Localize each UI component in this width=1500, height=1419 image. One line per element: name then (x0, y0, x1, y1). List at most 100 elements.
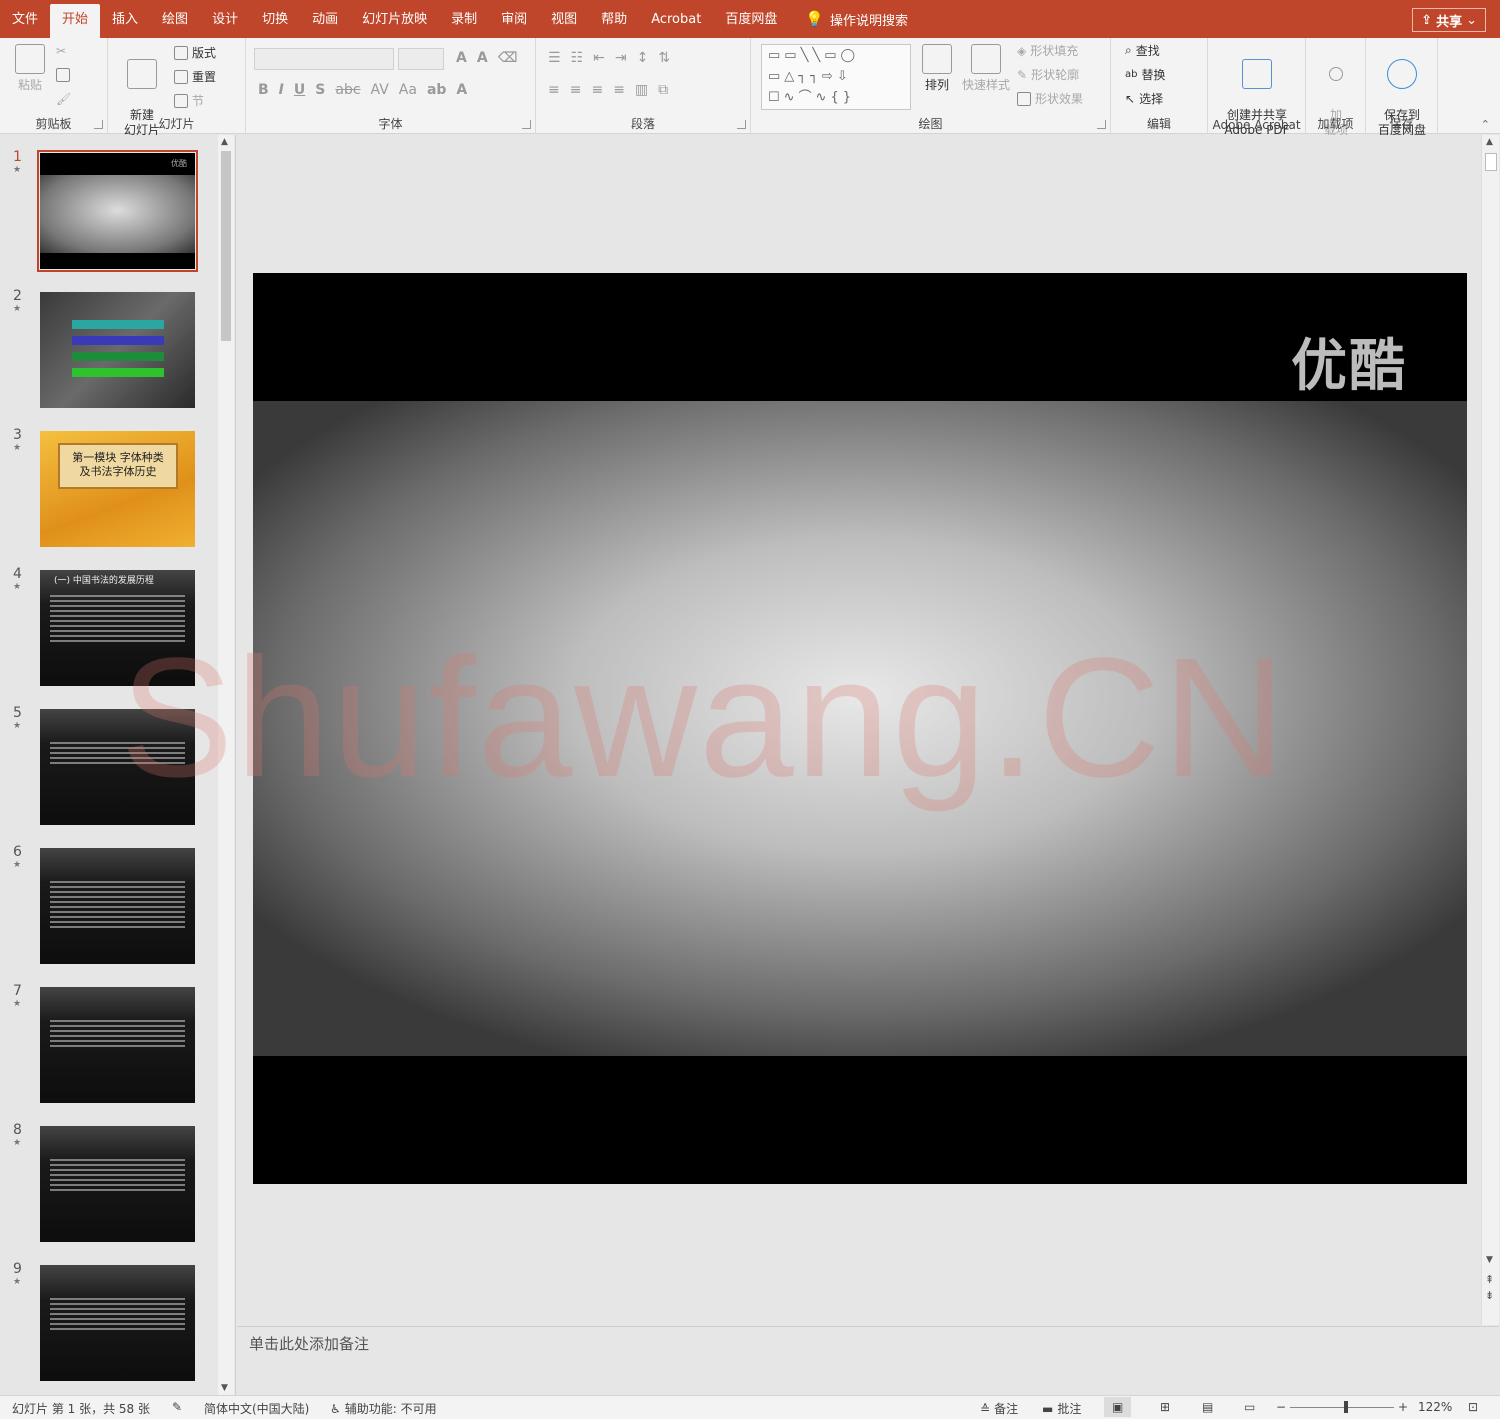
slide-sorter-button[interactable]: ⊞ (1160, 1400, 1170, 1414)
tab-slideshow[interactable]: 幻灯片放映 (350, 0, 439, 38)
italic-icon[interactable]: I (279, 82, 284, 98)
slide-thumbnail-9[interactable]: 9 ★ (0, 1261, 216, 1391)
reset-button[interactable]: 重置 (174, 68, 216, 85)
tab-baidu[interactable]: 百度网盘 (713, 0, 789, 38)
slide-scrollbar[interactable]: ▲ ▼ ⇞ ⇟ (1481, 135, 1499, 1325)
collapse-ribbon-icon[interactable]: ⌃ (1481, 118, 1490, 131)
select-button[interactable]: ↖ 选择 (1125, 90, 1163, 107)
section-button[interactable]: 节 (174, 92, 204, 109)
scrollbar-thumb[interactable] (221, 151, 231, 341)
char-spacing-icon[interactable]: AV (371, 82, 389, 98)
tab-record[interactable]: 录制 (439, 0, 489, 38)
shadow-icon[interactable]: S (315, 82, 325, 98)
shrink-font-icon[interactable]: A (477, 50, 488, 66)
zoom-out-button[interactable]: − (1276, 1400, 1286, 1414)
tab-view[interactable]: 视图 (539, 0, 589, 38)
shape-effects-button[interactable]: 形状效果 (1017, 90, 1083, 107)
columns-icon[interactable]: ▥ (635, 82, 648, 98)
bullets-icon[interactable]: ☰ (548, 50, 561, 66)
tab-animations[interactable]: 动画 (300, 0, 350, 38)
previous-slide-icon[interactable]: ⇞ (1485, 1273, 1494, 1286)
find-button[interactable]: ⌕ 查找 (1125, 42, 1160, 59)
language-status[interactable]: 简体中文(中国大陆) (204, 1400, 309, 1417)
zoom-in-button[interactable]: + (1398, 1400, 1408, 1414)
animation-star-icon: ★ (13, 165, 22, 175)
comments-button[interactable]: ▬ 批注 (1042, 1400, 1081, 1417)
comment-icon: ▬ (1042, 1401, 1054, 1416)
decrease-indent-icon[interactable]: ⇤ (593, 50, 605, 66)
font-size-input[interactable] (398, 48, 444, 70)
zoom-slider[interactable] (1290, 1401, 1394, 1413)
scroll-down-icon[interactable]: ▼ (1486, 1255, 1493, 1265)
change-case-icon[interactable]: Aa (399, 82, 417, 98)
format-painter-button[interactable]: 🖌 (56, 92, 71, 106)
slide-thumbnail-7[interactable]: 7 ★ (0, 983, 216, 1113)
slide-thumbnail-1[interactable]: 1 ★ 优酷 (0, 149, 216, 279)
smartart-icon[interactable]: ⧉ (658, 82, 668, 98)
dialog-launcher-icon[interactable] (1097, 120, 1106, 129)
line-spacing-icon[interactable]: ↕ (637, 50, 649, 66)
font-name-input[interactable] (254, 48, 394, 70)
tab-review[interactable]: 审阅 (489, 0, 539, 38)
clear-format-icon[interactable]: ⌫ (498, 50, 518, 66)
tab-insert[interactable]: 插入 (100, 0, 150, 38)
notes-pane[interactable]: 单击此处添加备注 (237, 1326, 1499, 1394)
accessibility-status[interactable]: ♿ 辅助功能: 不可用 (330, 1400, 437, 1417)
strikethrough-icon[interactable]: abc (335, 82, 360, 98)
text-direction-icon[interactable]: ⇅ (658, 50, 670, 66)
scrollbar-thumb[interactable] (1485, 153, 1497, 171)
copy-button[interactable] (56, 68, 70, 82)
tab-transitions[interactable]: 切换 (250, 0, 300, 38)
slide-thumbnail-2[interactable]: 2 ★ (0, 288, 216, 418)
quick-styles-button[interactable]: 快速样式 (959, 44, 1013, 93)
tell-me-search[interactable]: 💡 操作说明搜索 (805, 10, 908, 29)
replace-button[interactable]: ab 替换 (1125, 66, 1166, 83)
share-button[interactable]: ⇪ 共享 ⌄ (1412, 8, 1486, 32)
font-color-icon[interactable]: A (456, 82, 467, 98)
paste-button[interactable]: 粘贴 (10, 44, 50, 93)
scroll-up-icon[interactable]: ▲ (1486, 137, 1493, 147)
fit-slide-icon[interactable]: ⊡ (1468, 1400, 1478, 1414)
dialog-launcher-icon[interactable] (737, 120, 746, 129)
shapes-gallery[interactable]: ▭▭╲╲▭◯ ▭△┐┐⇨⇩ ☐∿⌒∿{} (761, 44, 911, 110)
dialog-launcher-icon[interactable] (522, 120, 531, 129)
tab-file[interactable]: 文件 (0, 0, 50, 38)
zoom-level[interactable]: 122% (1418, 1400, 1452, 1414)
align-center-icon[interactable]: ≡ (570, 82, 582, 98)
shape-outline-button[interactable]: ✎ 形状轮廓 (1017, 66, 1079, 83)
cut-button[interactable]: ✂ (56, 44, 66, 58)
dialog-launcher-icon[interactable] (94, 120, 103, 129)
tab-help[interactable]: 帮助 (589, 0, 639, 38)
slide-thumbnail-8[interactable]: 8 ★ (0, 1122, 216, 1252)
spelling-icon[interactable]: ✎ (172, 1400, 182, 1414)
shape-fill-button[interactable]: ◈ 形状填充 (1017, 42, 1078, 59)
align-right-icon[interactable]: ≡ (591, 82, 603, 98)
slideshow-button[interactable]: ▭ (1244, 1400, 1255, 1414)
slide-thumbnail-6[interactable]: 6 ★ (0, 844, 216, 974)
tab-draw[interactable]: 绘图 (150, 0, 200, 38)
normal-view-button[interactable]: ▣ (1104, 1397, 1132, 1417)
scroll-up-icon[interactable]: ▲ (221, 137, 228, 147)
layout-button[interactable]: 版式 (174, 44, 216, 61)
slide-logo-text: 优酷 (1291, 334, 1407, 399)
slide-thumbnail-3[interactable]: 3 ★ 第一模块 字体种类 及书法字体历史 (0, 427, 216, 557)
justify-icon[interactable]: ≡ (613, 82, 625, 98)
tab-home[interactable]: 开始 (50, 4, 101, 38)
next-slide-icon[interactable]: ⇟ (1485, 1289, 1494, 1302)
slide-number: 5 (13, 705, 22, 721)
zoom-slider-thumb[interactable] (1344, 1401, 1348, 1413)
scroll-down-icon[interactable]: ▼ (221, 1383, 228, 1393)
grow-font-icon[interactable]: A (456, 50, 467, 66)
highlight-icon[interactable]: ab (427, 82, 446, 98)
increase-indent-icon[interactable]: ⇥ (615, 50, 627, 66)
tab-acrobat[interactable]: Acrobat (639, 0, 713, 38)
arrange-button[interactable]: 排列 (917, 44, 957, 93)
underline-icon[interactable]: U (294, 82, 305, 98)
layout-icon (174, 45, 188, 60)
numbering-icon[interactable]: ☷ (571, 50, 584, 66)
bold-icon[interactable]: B (258, 82, 269, 98)
align-left-icon[interactable]: ≡ (548, 82, 560, 98)
reading-view-button[interactable]: ▤ (1202, 1400, 1213, 1414)
tab-design[interactable]: 设计 (200, 0, 250, 38)
notes-toggle-button[interactable]: ≙ 备注 (980, 1400, 1018, 1417)
